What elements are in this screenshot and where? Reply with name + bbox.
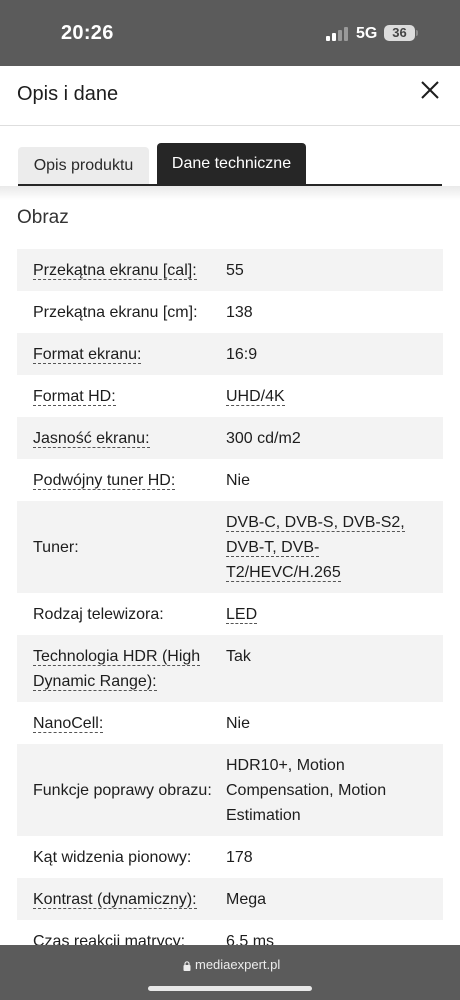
home-indicator[interactable]: [148, 986, 312, 991]
spec-label: Tuner:: [33, 538, 79, 556]
spec-row: Jasność ekranu: 300 cd/m2: [17, 417, 443, 459]
spec-row: Przekątna ekranu [cm]: 138: [17, 291, 443, 333]
spec-value: Nie: [226, 471, 251, 489]
spec-value: 16:9: [226, 345, 258, 363]
spec-value: Tak: [226, 648, 251, 665]
modal-header: Opis i dane: [0, 66, 460, 126]
lock-icon: [183, 961, 191, 971]
spec-label: Funkcje poprawy obrazu:: [33, 781, 212, 799]
tabs-shadow: [0, 186, 460, 200]
spec-label: Rodzaj telewizora:: [33, 605, 164, 623]
spec-table: Przekątna ekranu [cal]: 55 Przekątna ekr…: [17, 249, 443, 962]
tab-dane-techniczne[interactable]: Dane techniczne: [157, 143, 306, 185]
spec-value: HDR10+, Motion Compensation, Motion Esti…: [226, 756, 387, 824]
close-button[interactable]: [414, 74, 446, 106]
spec-label: Przekątna ekranu [cm]:: [33, 303, 198, 321]
spec-row: NanoCell: Nie: [17, 702, 443, 744]
spec-label[interactable]: Kontrast (dynamiczny):: [33, 890, 197, 909]
spec-row: Format HD: UHD/4K: [17, 375, 443, 417]
spec-value: 55: [226, 261, 244, 279]
spec-value: Nie: [226, 714, 251, 732]
spec-row: Kąt widzenia pionowy: 178: [17, 836, 443, 878]
spec-row: Rodzaj telewizora: LED: [17, 593, 443, 635]
spec-row: Przekątna ekranu [cal]: 55: [17, 249, 443, 291]
spec-row: Kontrast (dynamiczny): Mega: [17, 878, 443, 920]
spec-row: Technologia HDR (High Dynamic Range): Ta…: [17, 635, 443, 702]
spec-label[interactable]: Jasność ekranu:: [33, 429, 150, 448]
spec-label: Kąt widzenia pionowy:: [33, 848, 192, 866]
url-label[interactable]: mediaexpert.pl: [195, 957, 280, 972]
spec-value: 138: [226, 303, 253, 321]
spec-label[interactable]: Format HD:: [33, 387, 116, 406]
battery-icon: 36: [384, 25, 415, 41]
section-title: Obraz: [17, 207, 69, 228]
page-title: Opis i dane: [17, 83, 119, 105]
spec-row: Podwójny tuner HD: Nie: [17, 459, 443, 501]
spec-value: Mega: [226, 890, 267, 908]
spec-value: 178: [226, 848, 253, 866]
tab-opis-produktu[interactable]: Opis produktu: [18, 147, 149, 185]
spec-value-link[interactable]: LED: [226, 605, 258, 624]
spec-value-link[interactable]: DVB-C, DVB-S, DVB-S2, DVB-T, DVB-T2/HEVC…: [226, 513, 405, 582]
spec-row: Tuner: DVB-C, DVB-S, DVB-S2, DVB-T, DVB-…: [17, 501, 443, 593]
close-icon: [421, 81, 439, 99]
spec-value: 300 cd/m2: [226, 429, 301, 447]
status-time: 20:26: [61, 22, 114, 44]
spec-row: Funkcje poprawy obrazu: HDR10+, Motion C…: [17, 744, 443, 836]
spec-value-link[interactable]: UHD/4K: [226, 387, 285, 406]
spec-label[interactable]: Podwójny tuner HD:: [33, 471, 176, 490]
browser-bar: [0, 945, 460, 1000]
spec-label[interactable]: Technologia HDR (High Dynamic Range):: [33, 648, 201, 691]
spec-label[interactable]: Format ekranu:: [33, 345, 142, 364]
network-type: 5G: [356, 25, 378, 42]
spec-row: Format ekranu: 16:9: [17, 333, 443, 375]
signal-icon: [326, 27, 350, 41]
spec-label[interactable]: NanoCell:: [33, 714, 104, 733]
spec-label[interactable]: Przekątna ekranu [cal]:: [33, 261, 197, 280]
